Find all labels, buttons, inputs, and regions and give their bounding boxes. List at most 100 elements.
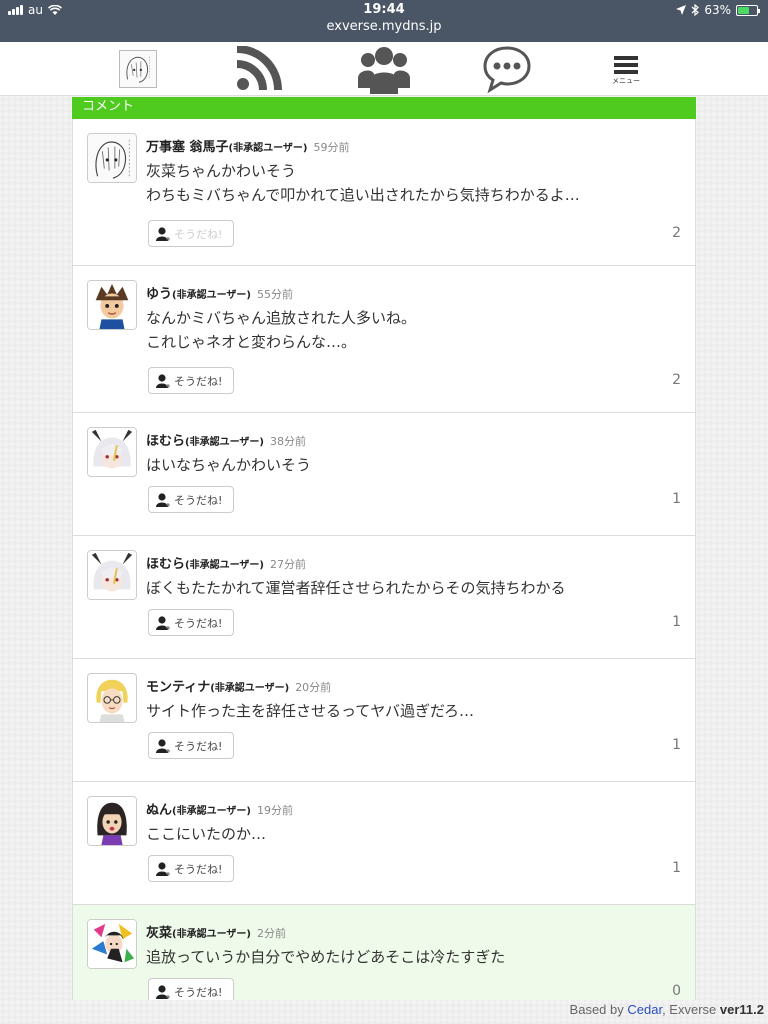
- status-bar: au 19:44 exverse.mydns.jp 63%: [0, 0, 768, 42]
- comment-text: サイト作った主を辞任させるってヤバ過ぎだろ…: [146, 699, 474, 723]
- user-role: (非承認ユーザー): [172, 929, 251, 940]
- user-avatar[interactable]: [87, 919, 137, 969]
- comment-list: 万事塞 翁馬子(非承認ユーザー) 59分前 灰菜ちゃんかわいそう わちもミバちゃんで叩…: [72, 119, 696, 1000]
- comment-line: ここにいたのか…: [146, 825, 267, 843]
- user-name[interactable]: 灰菜: [146, 926, 172, 941]
- comment-text: 追放っていうか自分でやめたけどあそこは冷たすぎた: [146, 945, 505, 969]
- user-avatar[interactable]: [87, 550, 137, 600]
- like-button[interactable]: そうだね!: [148, 220, 234, 247]
- footer: Based by Cedar, Exverse ver11.2: [570, 1002, 764, 1017]
- battery-icon: [736, 4, 760, 16]
- avatar-icon: [119, 50, 157, 88]
- footer-based-by: Based by: [569, 1002, 624, 1017]
- section-title: コメント: [72, 97, 696, 119]
- like-button[interactable]: そうだね!: [148, 855, 234, 882]
- user-avatar[interactable]: [87, 673, 137, 723]
- user-role: (非承認ユーザー): [172, 290, 251, 301]
- comment-time: 59分前: [313, 141, 350, 154]
- user-role: (非承認ユーザー): [185, 560, 264, 571]
- comment-header: 万事塞 翁馬子(非承認ユーザー) 59分前: [146, 136, 349, 155]
- like-user-icon: [155, 738, 171, 754]
- comment-time: 55分前: [256, 288, 293, 301]
- like-label: そうだね!: [174, 985, 223, 999]
- like-user-icon: [155, 615, 171, 631]
- like-count: 1: [672, 860, 681, 876]
- like-count: 1: [672, 491, 681, 507]
- comment-time: 20分前: [295, 681, 332, 694]
- comment-line: これじゃネオと変わらんな…。: [146, 333, 357, 351]
- like-button[interactable]: そうだね!: [148, 367, 234, 394]
- like-count: 2: [672, 225, 681, 241]
- menu-icon[interactable]: メニュー: [606, 44, 646, 94]
- comment-item: ほむら(非承認ユーザー) 38分前はいなちゃんかわいそうそうだね! 1: [72, 413, 696, 536]
- like-user-icon: [155, 492, 171, 508]
- like-user-icon: [155, 861, 171, 877]
- user-name[interactable]: ほむら: [146, 557, 185, 572]
- comment-time: 38分前: [269, 435, 306, 448]
- like-user-icon: [155, 984, 171, 1000]
- footer-site: , Exverse: [662, 1002, 717, 1017]
- like-count: 2: [672, 372, 681, 388]
- user-name[interactable]: モンティナ: [146, 680, 210, 695]
- clock: 19:44: [363, 2, 405, 17]
- rss-icon[interactable]: [232, 44, 288, 94]
- like-button[interactable]: そうだね!: [148, 486, 234, 513]
- cedar-link[interactable]: Cedar: [627, 1002, 662, 1017]
- address-bar-url[interactable]: exverse.mydns.jp: [0, 19, 768, 34]
- comment-line: ぼくもたたかれて運営者辞任させられたからその気持ちわかる: [146, 579, 566, 597]
- user-avatar[interactable]: [87, 280, 137, 330]
- comment-line: なんかミバちゃん追放された人多いね。: [146, 309, 417, 327]
- user-name[interactable]: ぬん: [146, 803, 172, 818]
- like-label: そうだね!: [174, 739, 223, 753]
- comment-header: ぬん(非承認ユーザー) 19分前: [146, 799, 293, 818]
- like-button[interactable]: そうだね!: [148, 732, 234, 759]
- comment-text: なんかミバちゃん追放された人多いね。 これじゃネオと変わらんな…。: [146, 306, 416, 354]
- location-arrow-icon: [676, 5, 687, 15]
- like-label: そうだね!: [174, 374, 223, 388]
- user-role: (非承認ユーザー): [185, 437, 264, 448]
- users-icon[interactable]: [354, 44, 414, 94]
- user-name[interactable]: 万事塞 翁馬子: [146, 140, 229, 155]
- like-label: そうだね!: [174, 493, 223, 507]
- comment-time: 19分前: [256, 804, 293, 817]
- comment-line: わちもミバちゃんで叩かれて追い出されたから気持ちわかるよ…: [146, 186, 580, 204]
- comment-text: ぼくもたたかれて運営者辞任させられたからその気持ちわかる: [146, 576, 566, 600]
- comment-text: はいなちゃんかわいそう: [146, 453, 311, 477]
- user-role: (非承認ユーザー): [172, 806, 251, 817]
- comment-text: 灰菜ちゃんかわいそう わちもミバちゃんで叩かれて追い出されたから気持ちわかるよ…: [146, 159, 580, 207]
- user-role: (非承認ユーザー): [228, 143, 308, 154]
- nav-bar: メニュー: [0, 42, 768, 96]
- like-button[interactable]: そうだね!: [148, 609, 234, 636]
- battery-percent: 63%: [704, 3, 731, 17]
- comment-header: モンティナ(非承認ユーザー) 20分前: [146, 676, 331, 695]
- user-avatar[interactable]: [87, 796, 137, 846]
- comment-item: 灰菜(非承認ユーザー) 2分前追放っていうか自分でやめたけどあそこは冷たすぎたそう…: [72, 905, 696, 1000]
- menu-label: メニュー: [612, 76, 640, 85]
- comment-item: ゆう(非承認ユーザー) 55分前なんかミバちゃん追放された人多いね。 これじゃネオと…: [72, 266, 696, 413]
- chat-icon[interactable]: [480, 44, 534, 94]
- like-label: そうだね!: [174, 227, 223, 241]
- status-right: 63%: [676, 3, 760, 17]
- like-user-icon: [155, 373, 171, 389]
- comment-item: モンティナ(非承認ユーザー) 20分前サイト作った主を辞任させるってヤバ過ぎだろ……: [72, 659, 696, 782]
- like-count: 1: [672, 614, 681, 630]
- like-count: 1: [672, 737, 681, 753]
- comment-line: はいなちゃんかわいそう: [146, 456, 312, 474]
- comment-time: 2分前: [256, 927, 286, 940]
- comment-item: ぬん(非承認ユーザー) 19分前ここにいたのか… そうだね! 1: [72, 782, 696, 905]
- comment-header: ほむら(非承認ユーザー) 38分前: [146, 430, 306, 449]
- comment-line: 追放っていうか自分でやめたけどあそこは冷たすぎた: [146, 948, 506, 966]
- like-label: そうだね!: [174, 862, 223, 876]
- comments-panel: コメント 万事塞 翁馬子(非承認ユーザー) 59分前 灰菜ちゃんかわいそう わちもミバ…: [72, 97, 696, 1000]
- user-name[interactable]: ほむら: [146, 434, 185, 449]
- like-button[interactable]: そうだね!: [148, 978, 234, 1000]
- comment-header: 灰菜(非承認ユーザー) 2分前: [146, 922, 286, 941]
- comment-item: ほむら(非承認ユーザー) 27分前 ぼくもたたかれて運営者辞任させられたからその気持…: [72, 536, 696, 659]
- bluetooth-icon: [691, 4, 700, 16]
- footer-version: ver11.2: [719, 1002, 764, 1017]
- user-avatar[interactable]: [87, 133, 137, 183]
- comment-text: ここにいたのか…: [146, 822, 266, 846]
- user-avatar[interactable]: [87, 427, 137, 477]
- user-name[interactable]: ゆう: [146, 287, 172, 302]
- nav-profile-avatar[interactable]: [118, 44, 158, 94]
